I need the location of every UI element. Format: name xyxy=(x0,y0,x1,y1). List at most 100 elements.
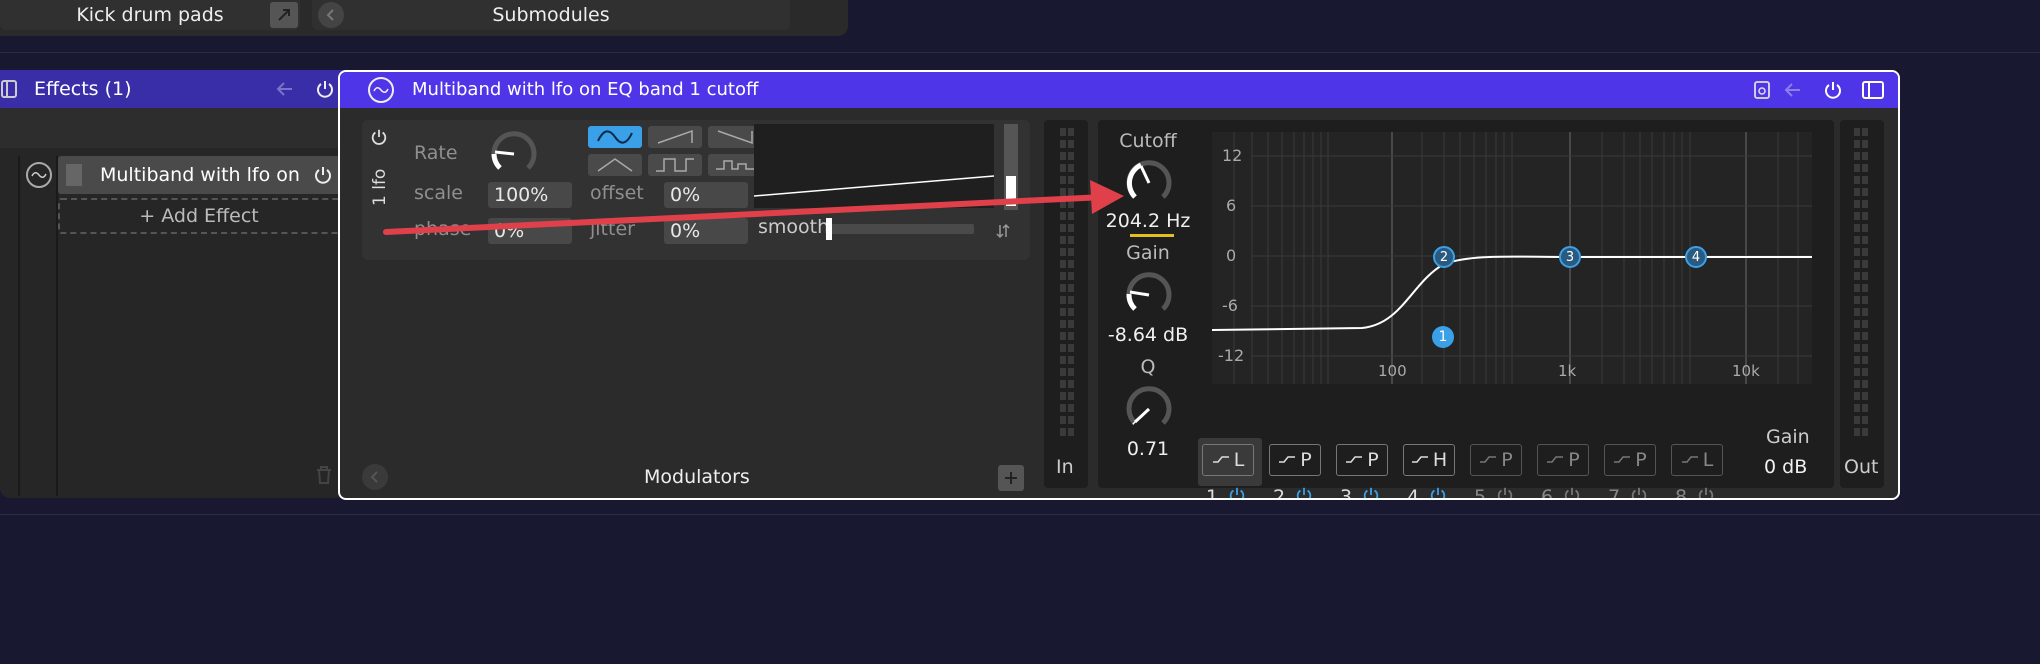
cutoff-value[interactable]: 204.2 Hz xyxy=(1098,210,1198,232)
band-4-power-icon[interactable] xyxy=(1429,486,1451,498)
filter-shape-icon xyxy=(1279,456,1296,463)
band-number: 7 xyxy=(1608,486,1621,500)
top-toolbar: Kick drum pads Submodules xyxy=(0,0,848,36)
band-2-type-button[interactable]: P xyxy=(1269,444,1321,476)
q-label: Q xyxy=(1140,356,1156,378)
band-8-type-button[interactable]: L xyxy=(1671,444,1723,476)
input-meter: In xyxy=(1044,120,1088,488)
band-6-power-icon[interactable] xyxy=(1563,486,1585,498)
y-tick: -12 xyxy=(1218,346,1245,365)
eq-graph[interactable]: 12 6 0 -6 -12 100 1k 10k 1 2 3 4 xyxy=(1211,132,1812,384)
effect-item-label: Multiband with lfo on xyxy=(100,164,300,186)
effects-header: Effects (1) xyxy=(0,70,346,108)
add-effect-button[interactable]: + Add Effect xyxy=(58,198,340,234)
lfo-waveform-display xyxy=(753,124,995,208)
panel-toggle-icon[interactable] xyxy=(0,78,20,100)
band-type-label: P xyxy=(1568,449,1580,471)
lfo-wave-icon xyxy=(26,162,52,188)
offset-field[interactable]: 0% xyxy=(664,182,748,208)
output-gain-value[interactable]: 0 dB xyxy=(1764,456,1807,478)
offset-label: offset xyxy=(590,182,644,204)
triangle-wave-button[interactable] xyxy=(588,154,642,176)
kick-drum-pads-cell[interactable]: Kick drum pads xyxy=(0,0,300,30)
power-icon[interactable] xyxy=(1820,77,1846,103)
effects-subheader xyxy=(0,108,346,148)
band-type-label: P xyxy=(1635,449,1647,471)
back-arrow-icon[interactable] xyxy=(272,76,298,102)
trash-icon[interactable] xyxy=(312,462,336,488)
save-preset-icon[interactable] xyxy=(1750,77,1774,103)
band-3-power-icon[interactable] xyxy=(1362,486,1384,498)
band-type-label: H xyxy=(1432,449,1448,471)
power-icon[interactable] xyxy=(312,76,338,102)
gain-knob[interactable] xyxy=(1122,268,1176,322)
divider-line xyxy=(0,514,2040,515)
x-tick: 1k xyxy=(1558,362,1577,380)
band-7-power-icon[interactable] xyxy=(1630,486,1652,498)
jitter-field[interactable]: 0% xyxy=(664,218,748,244)
effect-power-icon[interactable] xyxy=(310,162,336,188)
band-1-power-icon[interactable] xyxy=(1228,486,1250,498)
eq-point-2[interactable]: 2 xyxy=(1433,246,1455,268)
band-2-power-icon[interactable] xyxy=(1295,486,1317,498)
rate-knob[interactable] xyxy=(486,126,542,182)
lfo-name: 1 lfo xyxy=(370,168,390,206)
square-wave-button[interactable] xyxy=(648,154,702,176)
phase-field[interactable]: 0% xyxy=(488,218,572,244)
device-header: Multiband with lfo on EQ band 1 cutoff xyxy=(340,72,1898,108)
band-number: 4 xyxy=(1407,486,1420,500)
y-tick: 6 xyxy=(1226,196,1237,215)
y-tick: 12 xyxy=(1222,146,1243,165)
panel-toggle-icon[interactable] xyxy=(1860,77,1886,103)
submodules-label: Submodules xyxy=(492,4,610,26)
band-6-type-button[interactable]: P xyxy=(1537,444,1589,476)
eq-point-1[interactable]: 1 xyxy=(1432,326,1454,348)
smooth-slider[interactable] xyxy=(826,218,974,240)
back-arrow-icon[interactable] xyxy=(1780,77,1806,103)
sort-icon[interactable] xyxy=(992,220,1014,242)
q-knob[interactable] xyxy=(1122,382,1176,436)
band-type-label: P xyxy=(1501,449,1513,471)
q-value[interactable]: 0.71 xyxy=(1098,438,1198,460)
x-tick: 100 xyxy=(1378,362,1407,380)
saw-up-wave-button[interactable] xyxy=(648,126,702,148)
sine-wave-button[interactable] xyxy=(588,126,642,148)
band-7-type-button[interactable]: P xyxy=(1604,444,1656,476)
filter-shape-icon xyxy=(1480,456,1497,463)
filter-shape-icon xyxy=(1681,456,1698,463)
expand-icon[interactable] xyxy=(270,2,298,28)
band-8-power-icon[interactable] xyxy=(1697,486,1719,498)
band-type-label: L xyxy=(1702,449,1714,471)
scale-field[interactable]: 100% xyxy=(488,182,572,208)
band-1-type-button[interactable]: L xyxy=(1202,444,1254,476)
back-circle-icon[interactable] xyxy=(362,464,388,490)
submodules-cell[interactable]: Submodules xyxy=(312,0,790,30)
band-4-type-button[interactable]: H xyxy=(1403,444,1455,476)
eq-point-3[interactable]: 3 xyxy=(1559,246,1581,268)
gain-value[interactable]: -8.64 dB xyxy=(1098,324,1198,346)
filter-shape-icon xyxy=(1614,456,1631,463)
band-3-type-button[interactable]: P xyxy=(1336,444,1388,476)
filter-shape-icon xyxy=(1346,456,1363,463)
rate-label: Rate xyxy=(414,142,458,164)
lfo-power-icon[interactable] xyxy=(368,126,390,148)
lfo-level-meter xyxy=(1004,124,1018,210)
add-modulator-button[interactable] xyxy=(998,465,1024,491)
drag-handle[interactable] xyxy=(66,164,82,186)
band-number: 5 xyxy=(1474,486,1487,500)
effects-panel: Effects (1) Multiband with lfo on + Add … xyxy=(0,70,346,498)
band-5-type-button[interactable]: P xyxy=(1470,444,1522,476)
kick-drum-pads-label: Kick drum pads xyxy=(76,4,224,26)
lfo-wave-icon xyxy=(368,77,394,103)
band-number: 1 xyxy=(1206,486,1219,500)
smooth-slider-handle[interactable] xyxy=(826,218,832,240)
back-circle-icon[interactable] xyxy=(318,2,344,28)
effect-item[interactable]: Multiband with lfo on xyxy=(58,156,340,194)
filter-shape-icon xyxy=(1212,456,1229,463)
band-type-label: L xyxy=(1233,449,1245,471)
eq-panel: Cutoff 204.2 Hz Gain -8.64 dB Q 0.71 12 … xyxy=(1098,120,1834,498)
band-type-label: P xyxy=(1300,449,1312,471)
band-5-power-icon[interactable] xyxy=(1496,486,1518,498)
eq-point-4[interactable]: 4 xyxy=(1685,246,1707,268)
cutoff-knob[interactable] xyxy=(1122,156,1176,210)
